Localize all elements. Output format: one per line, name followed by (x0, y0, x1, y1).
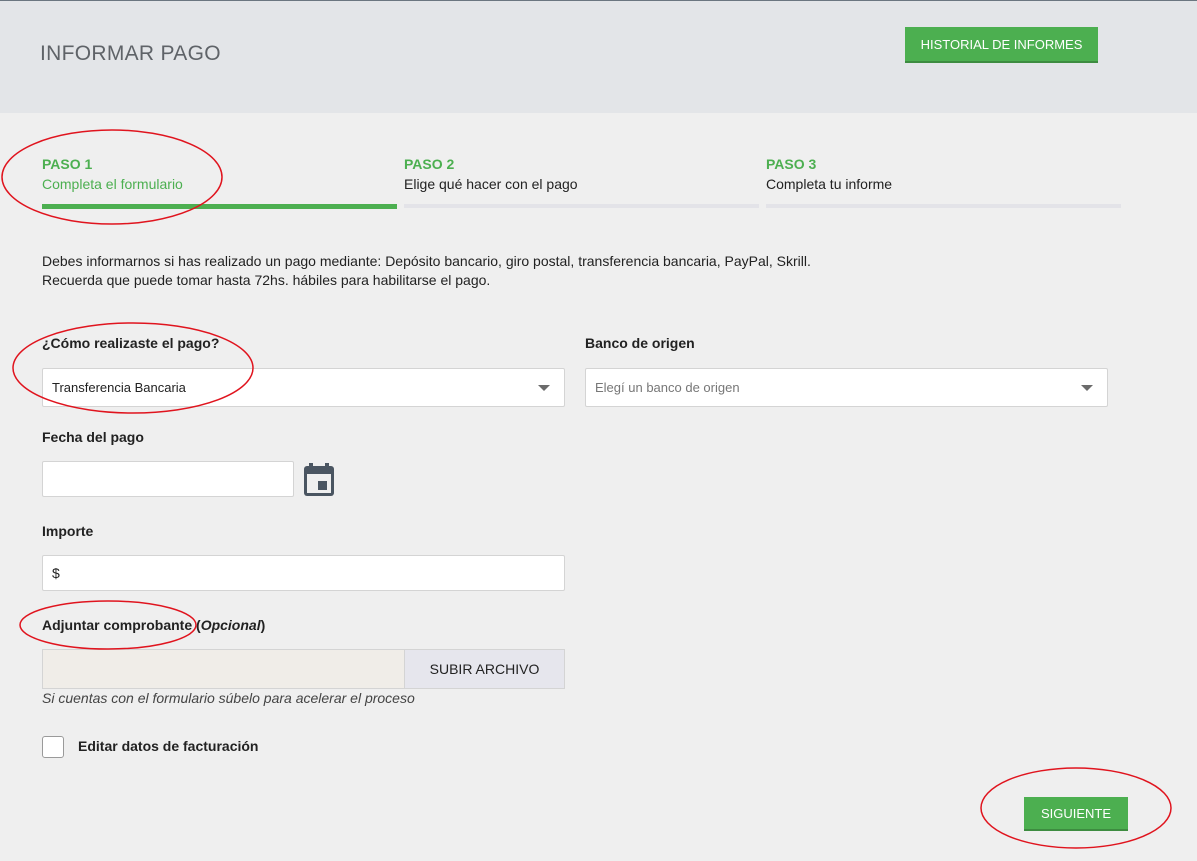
page-header: INFORMAR PAGO HISTORIAL DE INFORMES (0, 1, 1197, 113)
step-progress-bar (404, 204, 759, 208)
amount-label: Importe (42, 523, 94, 539)
stepper: PASO 1 Completa el formulario PASO 2 Eli… (42, 150, 1122, 210)
amount-input[interactable]: $ (42, 555, 565, 591)
step-2[interactable]: PASO 2 Elige qué hacer con el pago (404, 150, 759, 210)
page-title: INFORMAR PAGO (40, 42, 221, 65)
annotation-overlay (1, 129, 1172, 849)
step-description: Completa el formulario (42, 176, 183, 192)
billing-checkbox[interactable] (42, 736, 64, 758)
billing-checkbox-label[interactable]: Editar datos de facturación (78, 738, 258, 754)
attachment-label: Adjuntar comprobante (Opcional) (42, 617, 265, 633)
payment-date-input[interactable] (42, 461, 294, 497)
payment-method-select[interactable]: Transferencia Bancaria (42, 368, 565, 407)
payment-method-value: Transferencia Bancaria (52, 380, 186, 395)
payment-method-label: ¿Cómo realizaste el pago? (42, 335, 220, 351)
step-progress-bar (766, 204, 1121, 208)
step-number: PASO 2 (404, 156, 455, 172)
file-name-field[interactable] (43, 650, 404, 688)
next-button[interactable]: SIGUIENTE (1024, 797, 1128, 831)
upload-hint: Si cuentas con el formulario súbelo para… (42, 690, 415, 706)
step-description: Elige qué hacer con el pago (404, 176, 578, 192)
history-button[interactable]: HISTORIAL DE INFORMES (905, 27, 1098, 63)
attachment-optional: Opcional (200, 617, 261, 633)
step-description: Completa tu informe (766, 176, 893, 192)
payment-date-label: Fecha del pago (42, 429, 144, 445)
step-3[interactable]: PASO 3 Completa tu informe (766, 150, 1121, 210)
origin-bank-select[interactable]: Elegí un banco de origen (585, 368, 1108, 407)
step-number: PASO 3 (766, 156, 817, 172)
step-progress-bar (42, 204, 397, 209)
currency-prefix: $ (52, 565, 60, 581)
chevron-down-icon (1081, 385, 1093, 391)
file-upload: SUBIR ARCHIVO (42, 649, 565, 689)
attachment-close-paren: ) (260, 617, 266, 633)
step-1[interactable]: PASO 1 Completa el formulario (42, 150, 397, 210)
origin-bank-label: Banco de origen (585, 335, 695, 351)
intro-line-2: Recuerda que puede tomar hasta 72hs. háb… (42, 272, 491, 288)
attachment-label-text: Adjuntar comprobante (42, 617, 193, 633)
origin-bank-placeholder: Elegí un banco de origen (595, 380, 740, 395)
calendar-icon[interactable] (303, 463, 335, 497)
step-number: PASO 1 (42, 156, 93, 172)
intro-line-1: Debes informarnos si has realizado un pa… (42, 253, 811, 269)
intro-text: Debes informarnos si has realizado un pa… (42, 252, 811, 290)
chevron-down-icon (538, 385, 550, 391)
upload-file-button[interactable]: SUBIR ARCHIVO (404, 650, 564, 688)
